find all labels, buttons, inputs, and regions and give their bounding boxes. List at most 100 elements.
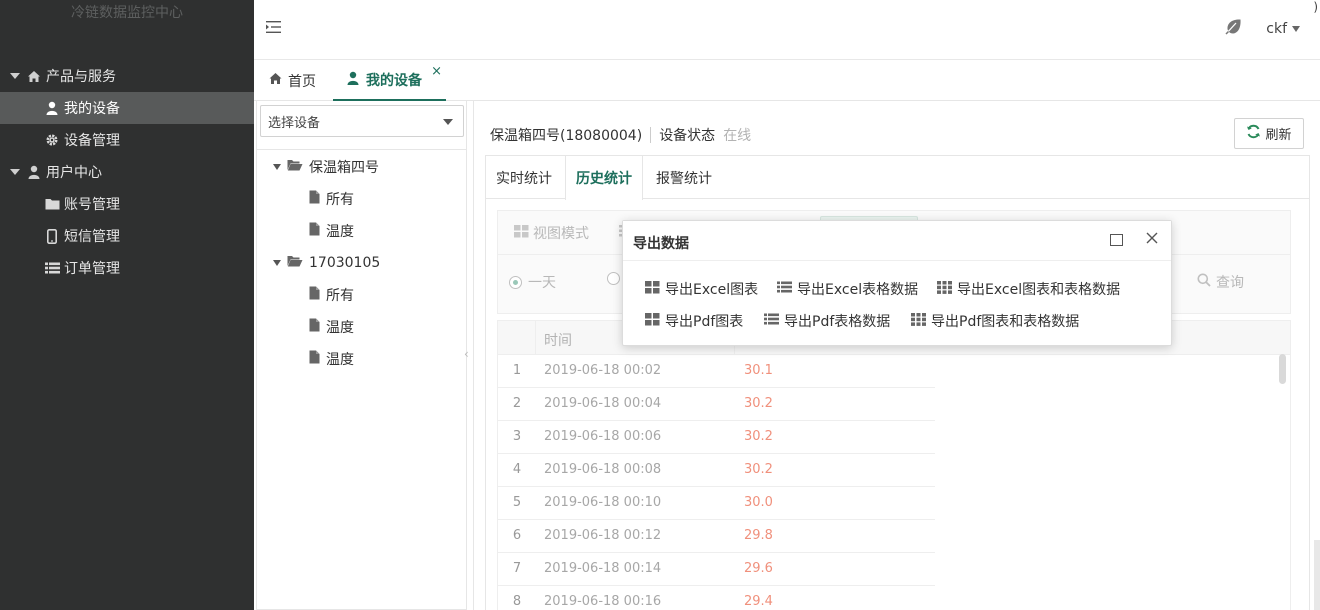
- caret-down-icon: [10, 169, 20, 175]
- tree-node-device[interactable]: 保温箱四号: [273, 157, 379, 177]
- user-icon: [347, 71, 359, 89]
- sidebar-group-label: 用户中心: [46, 165, 102, 181]
- tree-leaf-label: 所有: [326, 192, 354, 208]
- tab-home[interactable]: 首页: [268, 60, 316, 101]
- row-index: 5: [512, 495, 522, 510]
- tree-leaf[interactable]: 温度: [309, 221, 354, 241]
- button-label: 导出Excel表格数据: [797, 282, 919, 298]
- table-row[interactable]: 1 2019-06-18 00:02 30.1: [498, 355, 935, 388]
- table-row[interactable]: 3 2019-06-18 00:06 30.2: [498, 421, 935, 454]
- chevron-down-icon: [1292, 25, 1300, 32]
- maximize-icon[interactable]: [1110, 234, 1123, 246]
- view-mode-toggle[interactable]: 视图模式: [514, 223, 625, 243]
- row-value: 30.0: [744, 495, 773, 510]
- device-status-label: 设备状态: [659, 128, 716, 144]
- list-icon: [777, 281, 792, 297]
- grid-2x2-icon: [645, 312, 660, 330]
- divider: [257, 149, 466, 150]
- mobile-icon: [44, 228, 60, 244]
- refresh-label: 刷新: [1265, 128, 1292, 143]
- radio-label: 一天: [528, 275, 556, 291]
- sidebar-item-label: 订单管理: [64, 261, 120, 277]
- button-label: 导出Excel图表: [665, 282, 759, 298]
- row-time: 2019-06-18 00:14: [544, 561, 662, 576]
- tree-leaf[interactable]: 温度: [309, 349, 354, 369]
- refresh-button[interactable]: 刷新: [1234, 118, 1304, 149]
- search-icon: [1197, 273, 1211, 291]
- export-excel-chart-and-table-button[interactable]: 导出Excel图表和表格数据: [937, 279, 1120, 299]
- folder-open-icon: [287, 255, 303, 271]
- row-value: 29.4: [744, 594, 773, 609]
- close-icon[interactable]: [1145, 231, 1159, 245]
- tree-node-label: 保温箱四号: [309, 160, 379, 176]
- device-select[interactable]: 选择设备: [260, 105, 464, 137]
- grid-3x3-icon: [911, 312, 926, 330]
- table-row[interactable]: 6 2019-06-18 00:12 29.8: [498, 520, 935, 553]
- sidebar-item-sms[interactable]: 短信管理: [0, 220, 254, 252]
- sidebar-item-my-devices[interactable]: 我的设备: [0, 92, 254, 124]
- device-select-placeholder: 选择设备: [268, 115, 321, 131]
- sidebar-item-label: 设备管理: [64, 133, 120, 149]
- grid-3x3-icon: [937, 280, 952, 298]
- tab-alarm-stats[interactable]: 报警统计: [646, 156, 722, 199]
- tab-bar: 首页 我的设备 ×: [254, 60, 1320, 101]
- range-option-radio[interactable]: [607, 272, 620, 285]
- divider: [650, 127, 652, 143]
- radio-icon: [607, 272, 620, 285]
- export-excel-table-button[interactable]: 导出Excel表格数据: [777, 279, 918, 299]
- user-menu[interactable]: ckf: [1266, 21, 1300, 37]
- home-icon: [26, 68, 42, 84]
- gear-icon: [44, 132, 60, 148]
- sidebar-item-device-management[interactable]: 设备管理: [0, 124, 254, 156]
- row-index: 2: [512, 396, 522, 411]
- sidebar-item-accounts[interactable]: 账号管理: [0, 188, 254, 220]
- export-pdf-chart-button[interactable]: 导出Pdf图表: [645, 311, 743, 331]
- history-data-grid: 时间 1 2019-06-18 00:02 30.1 2 2019-06-18 …: [497, 320, 1291, 610]
- query-label: 查询: [1216, 275, 1244, 291]
- device-name: 保温箱四号(18080004): [490, 128, 643, 144]
- export-excel-chart-button[interactable]: 导出Excel图表: [645, 279, 758, 299]
- device-header: 保温箱四号(18080004) 设备状态 在线: [490, 125, 751, 145]
- table-row[interactable]: 8 2019-06-18 00:16 29.4: [498, 586, 935, 610]
- sidebar-group-products[interactable]: 产品与服务: [0, 60, 254, 92]
- tree-node-device[interactable]: 17030105: [273, 253, 380, 273]
- table-row[interactable]: 7 2019-06-18 00:14 29.6: [498, 553, 935, 586]
- row-value: 29.6: [744, 561, 773, 576]
- tree-leaf[interactable]: 所有: [309, 285, 354, 305]
- row-time: 2019-06-18 00:10: [544, 495, 662, 510]
- row-index: 6: [512, 528, 522, 543]
- close-icon[interactable]: ×: [431, 64, 442, 79]
- range-one-day-radio[interactable]: 一天: [509, 272, 556, 292]
- row-index: 8: [512, 594, 522, 609]
- panel-collapse-handle[interactable]: ‹: [464, 347, 469, 361]
- button-label: 导出Pdf图表和表格数据: [931, 314, 1080, 330]
- sidebar-item-label: 账号管理: [64, 197, 120, 213]
- query-button[interactable]: 查询: [1197, 272, 1244, 292]
- tab-realtime-stats[interactable]: 实时统计: [486, 156, 562, 199]
- tab-my-devices[interactable]: 我的设备 ×: [333, 60, 446, 101]
- export-pdf-chart-and-table-button[interactable]: 导出Pdf图表和表格数据: [911, 311, 1079, 331]
- grid-scrollbar[interactable]: [1279, 354, 1286, 384]
- menu-toggle-icon[interactable]: [266, 20, 284, 38]
- table-row[interactable]: 4 2019-06-18 00:08 30.2: [498, 454, 935, 487]
- sidebar-group-label: 产品与服务: [46, 69, 116, 85]
- main-content: 保温箱四号(18080004) 设备状态 在线 刷新 实时统计 历史统计 报警统…: [473, 101, 1320, 610]
- device-status-value: 在线: [723, 128, 752, 144]
- sidebar-item-orders[interactable]: 订单管理: [0, 252, 254, 284]
- table-row[interactable]: 2 2019-06-18 00:04 30.2: [498, 388, 935, 421]
- tab-history-stats[interactable]: 历史统计: [565, 156, 643, 200]
- tree-leaf[interactable]: 温度: [309, 317, 354, 337]
- page-scrollbar[interactable]: [1314, 540, 1320, 610]
- sidebar-menu: 产品与服务 我的设备 设备管理 用户中心 账号管理 短信管理 订单管理: [0, 60, 254, 284]
- user-icon: [44, 100, 60, 116]
- table-row[interactable]: 5 2019-06-18 00:10 30.0: [498, 487, 935, 520]
- row-time: 2019-06-18 00:16: [544, 594, 662, 609]
- sidebar: 冷链数据监控中心 产品与服务 我的设备 设备管理 用户中心 账号管理 短信管理 …: [0, 0, 254, 610]
- row-time: 2019-06-18 00:12: [544, 528, 662, 543]
- export-pdf-table-button[interactable]: 导出Pdf表格数据: [764, 311, 890, 331]
- row-value: 29.8: [744, 528, 773, 543]
- row-index: 1: [512, 363, 522, 378]
- sidebar-group-user-center[interactable]: 用户中心: [0, 156, 254, 188]
- tree-leaf[interactable]: 所有: [309, 189, 354, 209]
- theme-leaf-icon[interactable]: [1225, 18, 1242, 39]
